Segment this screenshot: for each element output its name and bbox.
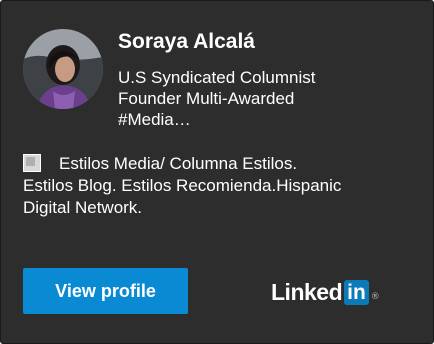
view-profile-button[interactable]: View profile (23, 268, 188, 314)
linkedin-profile-badge: Soraya Alcalá U.S Syndicated Columnist F… (0, 0, 434, 344)
profile-headline: U.S Syndicated Columnist Founder Multi-A… (118, 67, 418, 130)
linkedin-logo-word: Linked (271, 279, 343, 305)
summary-line: Estilos Media/ Columna Estilos. (59, 154, 298, 173)
registered-mark-icon: ® (370, 291, 380, 302)
summary-line: Estilos Blog. Estilos Recomienda.Hispani… (23, 176, 342, 195)
summary-line: Digital Network. (23, 198, 143, 217)
headline-line: Founder Multi-Awarded (118, 89, 295, 108)
profile-name[interactable]: Soraya Alcalá (118, 29, 255, 55)
profile-photo-icon (23, 29, 103, 109)
company-logo-icon (23, 154, 41, 172)
linkedin-logo-in-box: in (344, 280, 369, 305)
headline-line: #Media… (118, 110, 191, 129)
profile-summary: Estilos Media/ Columna Estilos. Estilos … (23, 153, 423, 219)
headline-line: U.S Syndicated Columnist (118, 68, 316, 87)
avatar[interactable] (23, 29, 103, 109)
linkedin-logo[interactable]: Linked in ® (271, 279, 380, 309)
